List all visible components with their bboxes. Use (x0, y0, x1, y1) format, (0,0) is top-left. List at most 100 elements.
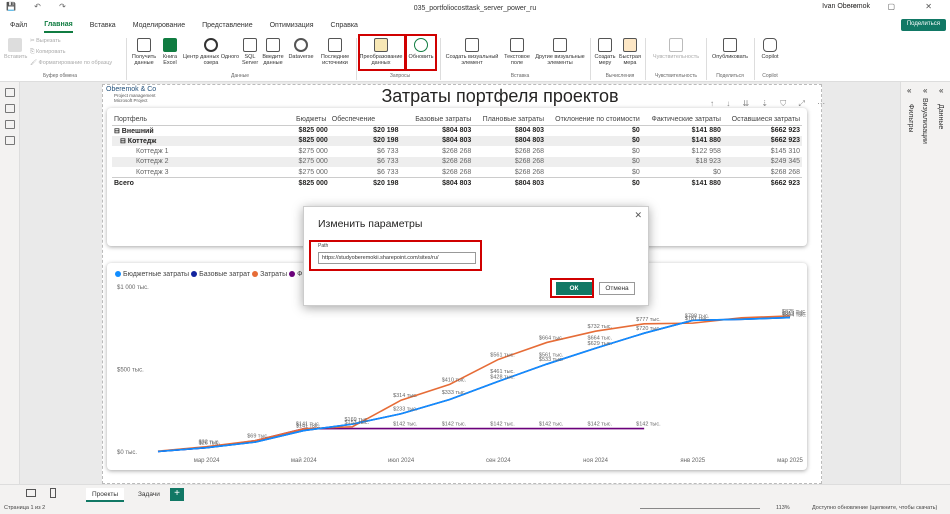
close-icon[interactable]: ✕ (634, 210, 642, 221)
visualizations-pane-tab[interactable]: Визуализации (921, 98, 928, 144)
publish-button[interactable]: Опубликовать (709, 38, 751, 60)
matrix-cell: $20 198 (329, 135, 401, 146)
share-button[interactable]: Поделиться (900, 19, 946, 31)
dataverse-button[interactable]: Dataverse (288, 38, 314, 60)
onelake-hub-button[interactable]: Центр данных Одного озера (182, 38, 240, 66)
excel-icon (163, 38, 177, 52)
ribbon-separator (356, 38, 357, 80)
table-view-icon[interactable] (4, 104, 15, 113)
enter-data-button[interactable]: Введите данные (260, 38, 286, 66)
matrix-cell: $0 (546, 156, 642, 167)
more-visuals-button[interactable]: Другие визуальные элементы (533, 38, 587, 66)
highlight-path-input (309, 240, 482, 271)
matrix-header[interactable]: Плановые затраты (473, 114, 546, 125)
matrix-cell: $0 (631, 127, 640, 134)
brush-icon: 🖌 (30, 60, 39, 66)
calculator-icon (598, 38, 612, 52)
matrix-header[interactable]: Бюджеты (294, 114, 330, 125)
textbox-button[interactable]: Текстовое поле (503, 38, 531, 66)
matrix-header[interactable]: Фактические затраты (642, 114, 723, 125)
matrix-header[interactable]: Оставшиеся затраты (723, 114, 802, 125)
legend-item[interactable]: Бюджетные затраты (123, 271, 189, 278)
sql-server-button[interactable]: SQL Server (242, 38, 258, 66)
publish-icon (723, 38, 737, 52)
report-title: Затраты портфеля проектов (381, 86, 619, 106)
new-visual-button[interactable]: Создать визуальный элемент (443, 38, 501, 66)
new-measure-button[interactable]: Создать меру (593, 38, 617, 66)
filters-pane-tab[interactable]: Фильтры (907, 104, 914, 133)
window-controls[interactable]: — ▢ ✕ (849, 2, 946, 11)
collapse-data-icon[interactable]: « (939, 86, 943, 95)
matrix-cell: $249 345 (722, 156, 802, 167)
matrix-cell: $268 268 (442, 147, 472, 155)
menu-optimize[interactable]: Оптимизация (270, 19, 314, 32)
add-page-button[interactable]: + (170, 488, 184, 501)
matrix-row[interactable]: Всего $825 000 $20 198 $804 803 $804 803 $0 $1… (112, 177, 802, 188)
matrix-row[interactable]: Коттедж 1 $275 000 $6 733 $268 268 $268 268 $… (112, 146, 802, 157)
matrix-cell: $804 803 (473, 135, 547, 146)
matrix-cell: $275 000 (294, 156, 330, 167)
model-view-icon[interactable] (4, 120, 15, 129)
ribbon-separator (440, 38, 441, 80)
recent-sources-button[interactable]: Последние источники (316, 38, 354, 66)
zoom-slider[interactable] (640, 508, 760, 509)
matrix-row[interactable]: ⊟ Коттедж $825 000 $20 198 $804 803 $804 803… (112, 135, 802, 146)
menu-view[interactable]: Представление (202, 19, 252, 32)
desktop-layout-icon[interactable] (26, 489, 36, 497)
dataverse-icon (294, 38, 308, 52)
page-tabs: Проекты Задачи + (0, 484, 950, 504)
copy-button[interactable]: ⎘ Копировать (30, 49, 66, 55)
paste-button[interactable]: Вставить (4, 38, 27, 60)
matrix-cell: $18 923 (641, 156, 723, 167)
matrix-row[interactable]: Коттедж 3 $275 000 $6 733 $268 268 $268 268 $… (112, 167, 802, 178)
copilot-button[interactable]: Copilot (757, 38, 783, 60)
get-data-button[interactable]: Получить данные (130, 38, 158, 66)
matrix-cell: $268 268 (770, 168, 800, 176)
bar-chart-icon (465, 38, 479, 52)
legend-item[interactable]: Затраты (260, 271, 287, 278)
menu-file[interactable]: Файл (10, 19, 27, 32)
menu-help[interactable]: Справка (330, 19, 357, 32)
update-notice[interactable]: Доступно обновление (щелкните, чтобы ска… (812, 505, 937, 511)
matrix-cell: $825 000 (298, 127, 328, 134)
menu-home[interactable]: Главная (44, 18, 73, 33)
mobile-layout-icon[interactable] (50, 488, 56, 498)
cancel-button[interactable]: Отмена (599, 282, 635, 295)
matrix-header[interactable]: Портфель (112, 114, 294, 125)
report-view-icon[interactable] (4, 88, 15, 97)
matrix-header[interactable]: Отклонение по стоимости (546, 114, 642, 125)
ribbon-separator (645, 38, 646, 80)
matrix-cell: $825 000 (294, 135, 330, 146)
collapse-filters-icon[interactable]: « (907, 86, 911, 95)
menu-modeling[interactable]: Моделирование (133, 19, 185, 32)
quick-measure-button[interactable]: Быстрая мера (618, 38, 642, 66)
tab-projects[interactable]: Проекты (86, 488, 125, 502)
highlight-transform (358, 34, 406, 71)
collapse-visualizations-icon[interactable]: « (923, 86, 927, 95)
format-painter-button[interactable]: 🖌 Форматирование по образцу (30, 60, 112, 66)
quick-measure-icon (623, 38, 637, 52)
window-title: 035_portfoliocosttask_server_power_ru (413, 4, 537, 12)
matrix-cell: $804 803 (400, 177, 474, 188)
excel-button[interactable]: Книга Excel (160, 38, 180, 66)
visual-header-icons[interactable]: ↑ ↓ ⇊ ⇣ ⛉ ⤢ ⋯ (710, 99, 830, 109)
sensitivity-button[interactable]: Чувствительность (648, 38, 704, 60)
menu-insert[interactable]: Вставка (90, 19, 116, 32)
matrix-cell: $0 (631, 168, 640, 176)
title-bar: 💾 ↶ ↷ 035_portfoliocosttask_server_power… (0, 0, 950, 16)
legend-item[interactable]: Базовые затрат (199, 271, 250, 278)
dax-query-icon[interactable] (4, 136, 15, 145)
matrix-row[interactable]: Коттедж 2 $275 000 $6 733 $268 268 $268 268 $… (112, 156, 802, 167)
page-indicator: Страница 1 из 2 (4, 505, 46, 511)
data-pane-tab[interactable]: Данные (937, 104, 944, 129)
tab-tasks[interactable]: Задачи (132, 488, 166, 502)
table-icon (266, 38, 280, 52)
matrix-row[interactable]: ⊟ Внешний $825 000 $20 198 $804 803 $804 803… (112, 125, 802, 136)
database-icon (137, 38, 151, 52)
matrix-header[interactable]: Базовые затраты (400, 114, 473, 125)
cut-button[interactable]: ✂ Вырезать (30, 38, 61, 44)
group-insert: Вставка (510, 73, 530, 79)
legend-item[interactable]: Ф (297, 271, 302, 278)
matrix-header[interactable]: Обеспечение (330, 114, 401, 125)
matrix-cell: $275 000 (298, 147, 328, 155)
